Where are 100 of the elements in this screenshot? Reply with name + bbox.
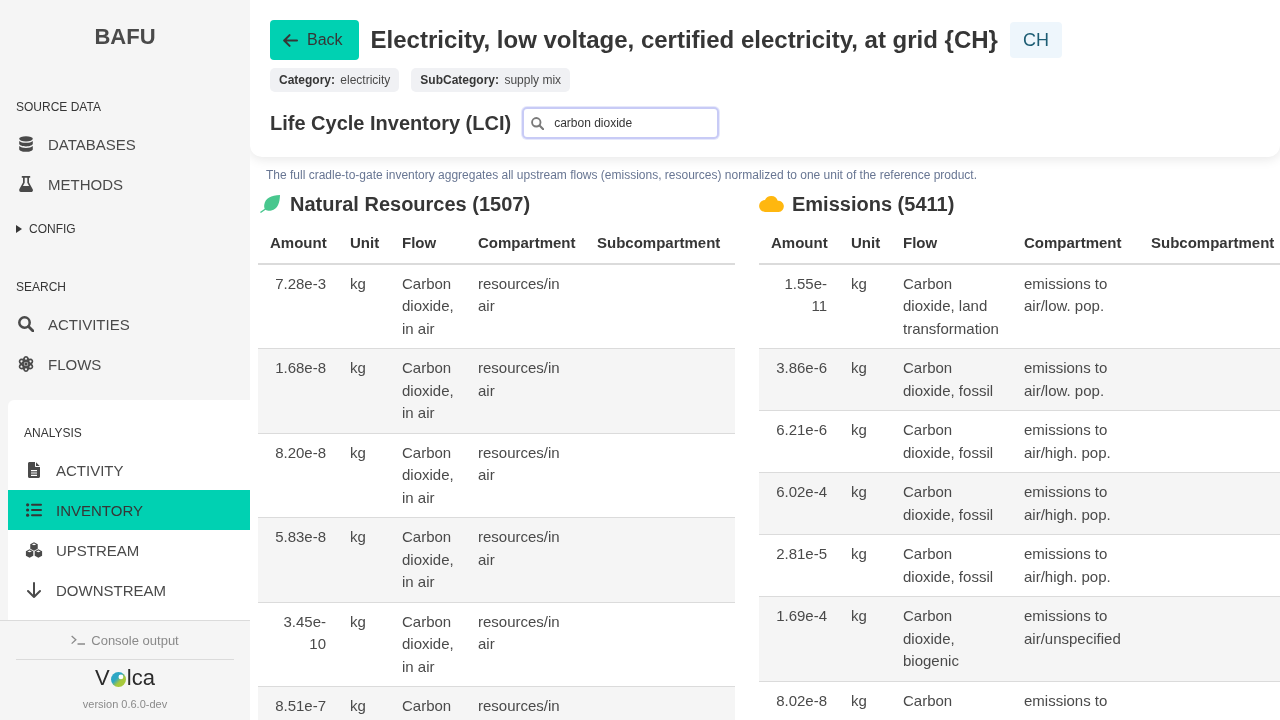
table-cell: 7.28e-3	[258, 263, 338, 349]
table-cell: kg	[338, 433, 390, 518]
leaf-icon	[260, 195, 280, 213]
table-cell: 3.86e-6	[759, 348, 839, 411]
document-icon	[28, 462, 40, 478]
table-cell: 3.45e-10	[258, 602, 338, 687]
table-cell: kg	[338, 686, 390, 720]
sidebar-title: BAFU	[94, 23, 156, 50]
table-cell: Carbon dioxide, in air	[390, 602, 466, 687]
table-cell: Carbon dioxide, in air	[390, 433, 466, 518]
logo-ring-icon	[110, 671, 126, 687]
nav-item[interactable]: FLOWS	[0, 344, 250, 384]
logo-text: lca	[126, 666, 155, 690]
column-header: Flow	[891, 224, 1012, 264]
table-cell: emissions to air/high. pop.	[1012, 534, 1139, 597]
table-cell: Carbon dioxide, land transformation	[891, 263, 1012, 349]
config-toggle[interactable]: CONFIG	[16, 221, 76, 237]
column-header: Unit	[338, 224, 390, 264]
category-tag: SubCategory: supply mix	[411, 68, 571, 92]
atom-icon	[18, 356, 34, 372]
table-cell: Carbon dioxide, in air	[390, 517, 466, 602]
nav-item[interactable]: DATABASES	[0, 124, 250, 164]
nav-item[interactable]: ACTIVITY	[8, 450, 250, 490]
column-header: Compartment	[1012, 224, 1139, 264]
list-icon	[26, 503, 42, 517]
table-cell: 1.68e-8	[258, 348, 338, 433]
back-button[interactable]: Back	[270, 20, 359, 60]
table-cell: emissions to	[1012, 681, 1139, 720]
table-cell: resources/in air	[466, 602, 585, 687]
table-cell: kg	[338, 263, 390, 349]
description-text: The full cradle-to-gate inventory aggregates all upstream flows (emissions, resources) normalized to one unit of the reference product.	[266, 167, 979, 183]
section-title: Natural Resources (1507)	[290, 192, 531, 216]
search-field[interactable]: carbon dioxide	[522, 107, 720, 139]
table-cell: emissions to air/high. pop.	[1012, 410, 1139, 473]
flask-icon	[19, 176, 33, 192]
table-cell: kg	[839, 534, 891, 597]
table-cell: kg	[839, 410, 891, 473]
cloud-icon	[759, 196, 784, 212]
table-cell: 6.21e-6	[759, 410, 839, 473]
table-cell: kg	[839, 596, 891, 681]
column-header: Subcompartment	[585, 224, 735, 264]
section-heading: SOURCE DATA	[15, 99, 101, 115]
table-cell: Carbon dioxide, in air	[390, 263, 466, 349]
column-header: Compartment	[466, 224, 585, 264]
table-cell: emissions to air/low. pop.	[1012, 348, 1139, 411]
column-header: Unit	[839, 224, 891, 264]
section-heading: ANALYSIS	[23, 425, 82, 441]
search-icon	[531, 117, 545, 130]
table-cell: 8.20e-8	[258, 433, 338, 518]
table-cell: kg	[839, 263, 891, 349]
table-cell: 6.02e-4	[759, 472, 839, 535]
location-badge: CH	[1009, 22, 1062, 58]
table-cell: kg	[338, 348, 390, 433]
terminal-icon	[71, 635, 86, 645]
table-cell: Carbon dioxide, fossil	[891, 348, 1012, 411]
table-cell: Carbon dioxide, in air	[390, 348, 466, 433]
arrow-left-icon	[283, 33, 298, 47]
nav-item[interactable]: METHODS	[0, 164, 250, 204]
table-cell: Carbon dioxide, fossil	[891, 472, 1012, 535]
table-cell: 1.69e-4	[759, 596, 839, 681]
page-title: Electricity, low voltage, certified electricity, at grid {CH}	[370, 25, 998, 55]
table-cell: emissions to air/high. pop.	[1012, 472, 1139, 535]
nav-item[interactable]: DOWNSTREAM	[8, 570, 250, 610]
table-cell: kg	[839, 681, 891, 720]
table-cell: 8.02e-8	[759, 681, 839, 720]
table-cell: resources/in air	[466, 263, 585, 349]
column-header: Flow	[390, 224, 466, 264]
table-cell: 1.55e-11	[759, 263, 839, 349]
table-cell: kg	[338, 602, 390, 687]
nav-item[interactable]: UPSTREAM	[8, 530, 250, 570]
cubes-icon	[25, 542, 43, 558]
table-cell: Carbon dioxide, fossil	[891, 534, 1012, 597]
arrow-down-icon	[27, 582, 41, 598]
table-cell: Carbon dioxide, biogenic	[891, 596, 1012, 681]
table-cell: Carbon dioxide, fossil	[891, 410, 1012, 473]
logo-letter: V	[95, 666, 110, 690]
table-cell: Carbon	[891, 681, 1012, 720]
table-cell: resources/in air	[466, 517, 585, 602]
nav-item[interactable]: ACTIVITIES	[0, 304, 250, 344]
table-cell: kg	[338, 517, 390, 602]
column-header: Subcompartment	[1139, 224, 1280, 264]
section-heading: SEARCH	[15, 279, 66, 295]
version-text: version 0.6.0-dev	[82, 697, 168, 711]
section-title: Emissions (5411)	[792, 192, 955, 216]
table-cell: kg	[839, 472, 891, 535]
column-header: Amount	[258, 224, 338, 264]
table-cell: resources/in	[466, 686, 585, 720]
table-cell: emissions to air/unspecified	[1012, 596, 1139, 681]
table-cell: resources/in air	[466, 433, 585, 518]
nav-item[interactable]: INVENTORY	[8, 490, 250, 530]
table-cell: 8.51e-7	[258, 686, 338, 720]
table-cell: emissions to air/low. pop.	[1012, 263, 1139, 349]
category-tag: Category: electricity	[270, 68, 400, 92]
table-cell: resources/in air	[466, 348, 585, 433]
table-cell: kg	[839, 348, 891, 411]
database-icon	[19, 136, 33, 152]
table-cell: 2.81e-5	[759, 534, 839, 597]
section-title: Life Cycle Inventory (LCI)	[270, 111, 512, 135]
column-header: Amount	[759, 224, 839, 264]
search-icon	[18, 316, 34, 332]
